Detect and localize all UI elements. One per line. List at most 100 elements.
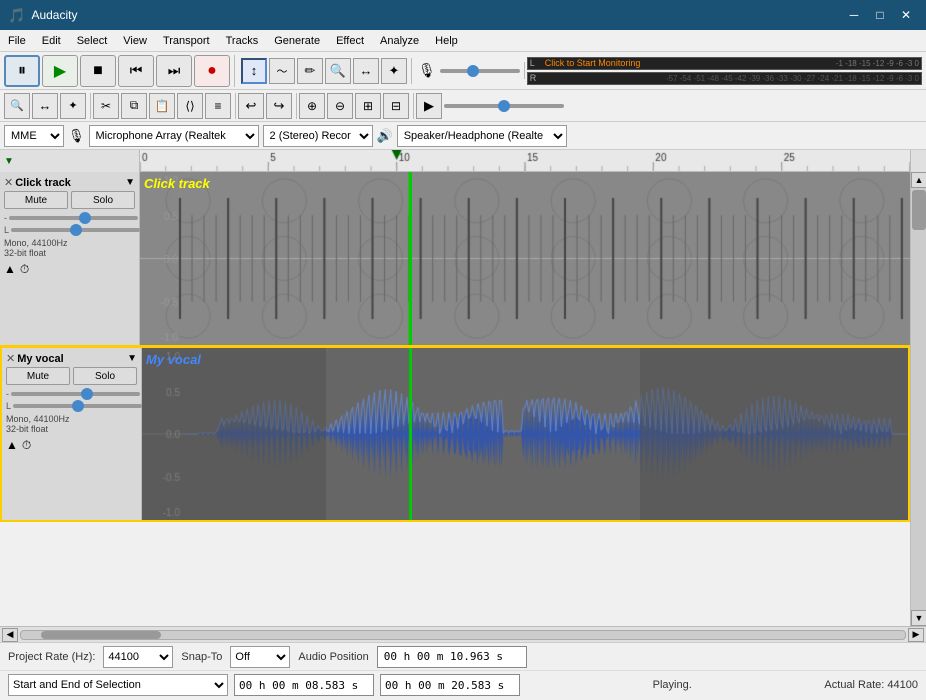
trim-btn[interactable]: ⟨⟩ (177, 93, 203, 119)
vocal-mute-btn[interactable]: Mute (6, 367, 70, 385)
select-tool[interactable]: ↕ (241, 58, 267, 84)
menu-tracks[interactable]: Tracks (218, 33, 267, 49)
play-speed-slider[interactable] (444, 104, 564, 108)
undo-btn[interactable]: ↩ (238, 93, 264, 119)
device-bar: MME 🎙 Microphone Array (Realtek 2 (Stere… (0, 122, 926, 150)
window-title: Audacity (31, 8, 77, 22)
hscroll-left-btn[interactable]: ◀ (2, 628, 18, 642)
vscroll-thumb[interactable] (912, 190, 926, 230)
vocal-menu2-btn[interactable]: ⏱ (22, 438, 31, 453)
audio-position-label: Audio Position (298, 651, 368, 663)
minimize-button[interactable]: ─ (842, 5, 866, 25)
silence-btn[interactable]: ≡ (205, 93, 231, 119)
menu-generate[interactable]: Generate (266, 33, 328, 49)
copy-btn[interactable]: ⧉ (121, 93, 147, 119)
selection-type-select[interactable]: Start and End of Selection (8, 674, 228, 696)
menu-view[interactable]: View (115, 33, 155, 49)
toolbar-row1: ⏸ ▶ ■ ⏮ ⏭ ● ↕ 〜 ✏ 🔍 ↔ ✦ 🎙 L Click to Sta… (0, 52, 926, 90)
menu-select[interactable]: Select (69, 33, 116, 49)
vocal-pan-slider[interactable] (13, 404, 142, 408)
zoom-in-btn2[interactable]: ⊕ (299, 93, 325, 119)
hscroll-track (20, 630, 906, 640)
input-level-area: 🎙 (414, 62, 525, 79)
actual-rate: Actual Rate: 44100 (824, 679, 918, 691)
vscroll-up-btn[interactable]: ▲ (911, 172, 926, 188)
click-track-close[interactable]: ✕ (4, 176, 13, 189)
click-gain-slider[interactable] (9, 216, 138, 220)
vocal-pan-left: L (6, 401, 11, 411)
app-icon: 🎵 (8, 7, 25, 24)
menu-transport[interactable]: Transport (155, 33, 218, 49)
ruler-timeline[interactable] (140, 150, 910, 172)
close-button[interactable]: ✕ (894, 5, 918, 25)
menu-analyze[interactable]: Analyze (372, 33, 427, 49)
click-pan-left: L (4, 225, 9, 235)
vocal-gain-slider[interactable] (11, 392, 140, 396)
vscroll-down-btn[interactable]: ▼ (911, 610, 926, 626)
zoom-fit-btn[interactable]: 🔍 (4, 93, 30, 119)
zoom-in-tool[interactable]: 🔍 (325, 58, 351, 84)
cut-btn[interactable]: ✂ (93, 93, 119, 119)
vocal-collapse-btn[interactable]: ▲ (6, 438, 18, 453)
click-track-format: Mono, 44100Hz (4, 238, 135, 248)
menu-effect[interactable]: Effect (328, 33, 372, 49)
edit-controls: ✂ ⧉ 📋 ⟨⟩ ≡ (93, 93, 236, 119)
hscroll-thumb[interactable] (41, 631, 161, 639)
vocal-track-audio[interactable]: My vocal (142, 348, 908, 520)
zoom-out-btn2[interactable]: ⊖ (327, 93, 353, 119)
vu-click-label[interactable]: Click to Start Monitoring (539, 58, 647, 68)
play-button[interactable]: ▶ (42, 55, 78, 87)
click-track-menu[interactable]: ▼ (125, 177, 135, 188)
zoom-sel-btn2[interactable]: ⊞ (355, 93, 381, 119)
vocal-track-close[interactable]: ✕ (6, 352, 15, 365)
ruler-scroll-pad (910, 150, 926, 172)
vocal-track-row: ✕ My vocal ▼ Mute Solo - + (0, 347, 910, 522)
multi-tool[interactable]: ✦ (381, 58, 407, 84)
snap-to-label: Snap-To (181, 651, 222, 663)
input-level-slider[interactable] (440, 69, 520, 73)
redo-btn[interactable]: ↪ (266, 93, 292, 119)
audio-position-display: 00 h 00 m 10.963 s (377, 646, 527, 668)
menubar: File Edit Select View Transport Tracks G… (0, 30, 926, 52)
click-menu2-btn[interactable]: ⏱ (20, 262, 29, 277)
host-select[interactable]: MME (4, 125, 64, 147)
time-shift-tool[interactable]: ↔ (353, 58, 379, 84)
input-channels-select[interactable]: 2 (Stereo) Recor (263, 125, 373, 147)
input-device-select[interactable]: Microphone Array (Realtek (89, 125, 259, 147)
ruler-row: ▼ (0, 150, 926, 172)
project-rate-label: Project Rate (Hz): (8, 651, 95, 663)
click-track-audio[interactable]: Click track (140, 172, 910, 345)
envelope-tool[interactable]: 〜 (269, 58, 295, 84)
click-collapse-btn[interactable]: ▲ (4, 262, 16, 277)
click-gain-min: - (4, 213, 7, 223)
stop-button[interactable]: ■ (80, 55, 116, 87)
play-at-speed-btn[interactable]: ▶ (416, 93, 442, 119)
vocal-solo-btn[interactable]: Solo (73, 367, 137, 385)
menu-help[interactable]: Help (427, 33, 466, 49)
statusbar: Project Rate (Hz): 44100 Snap-To Off Aud… (0, 642, 926, 700)
zoom-sel-btn[interactable]: ✦ (60, 93, 86, 119)
output-device-select[interactable]: Speaker/Headphone (Realte (397, 125, 567, 147)
draw-tool[interactable]: ✏ (297, 58, 323, 84)
zoom-fit-btn2[interactable]: ⊟ (383, 93, 409, 119)
vocal-track-menu[interactable]: ▼ (127, 353, 137, 364)
zoom-out-btn[interactable]: ↔ (32, 93, 58, 119)
snap-to-select[interactable]: Off (230, 646, 290, 668)
maximize-button[interactable]: □ (868, 5, 892, 25)
project-rate-select[interactable]: 44100 (103, 646, 173, 668)
vu-meters: L Click to Start Monitoring -1 -18 -15 -… (527, 55, 922, 87)
click-track-controls: ✕ Click track ▼ Mute Solo - + (0, 172, 140, 345)
forward-button[interactable]: ⏭ (156, 55, 192, 87)
pause-button[interactable]: ⏸ (4, 55, 40, 87)
hscroll-right-btn[interactable]: ▶ (908, 628, 924, 642)
selection-end-display: 00 h 00 m 20.583 s (380, 674, 520, 696)
menu-edit[interactable]: Edit (34, 33, 69, 49)
paste-btn[interactable]: 📋 (149, 93, 175, 119)
click-pan-slider[interactable] (11, 228, 140, 232)
click-mute-btn[interactable]: Mute (4, 191, 68, 209)
click-solo-btn[interactable]: Solo (71, 191, 135, 209)
tool-buttons-row1: ↕ 〜 ✏ 🔍 ↔ ✦ (237, 58, 412, 84)
record-button[interactable]: ● (194, 55, 230, 87)
rewind-button[interactable]: ⏮ (118, 55, 154, 87)
menu-file[interactable]: File (0, 33, 34, 49)
